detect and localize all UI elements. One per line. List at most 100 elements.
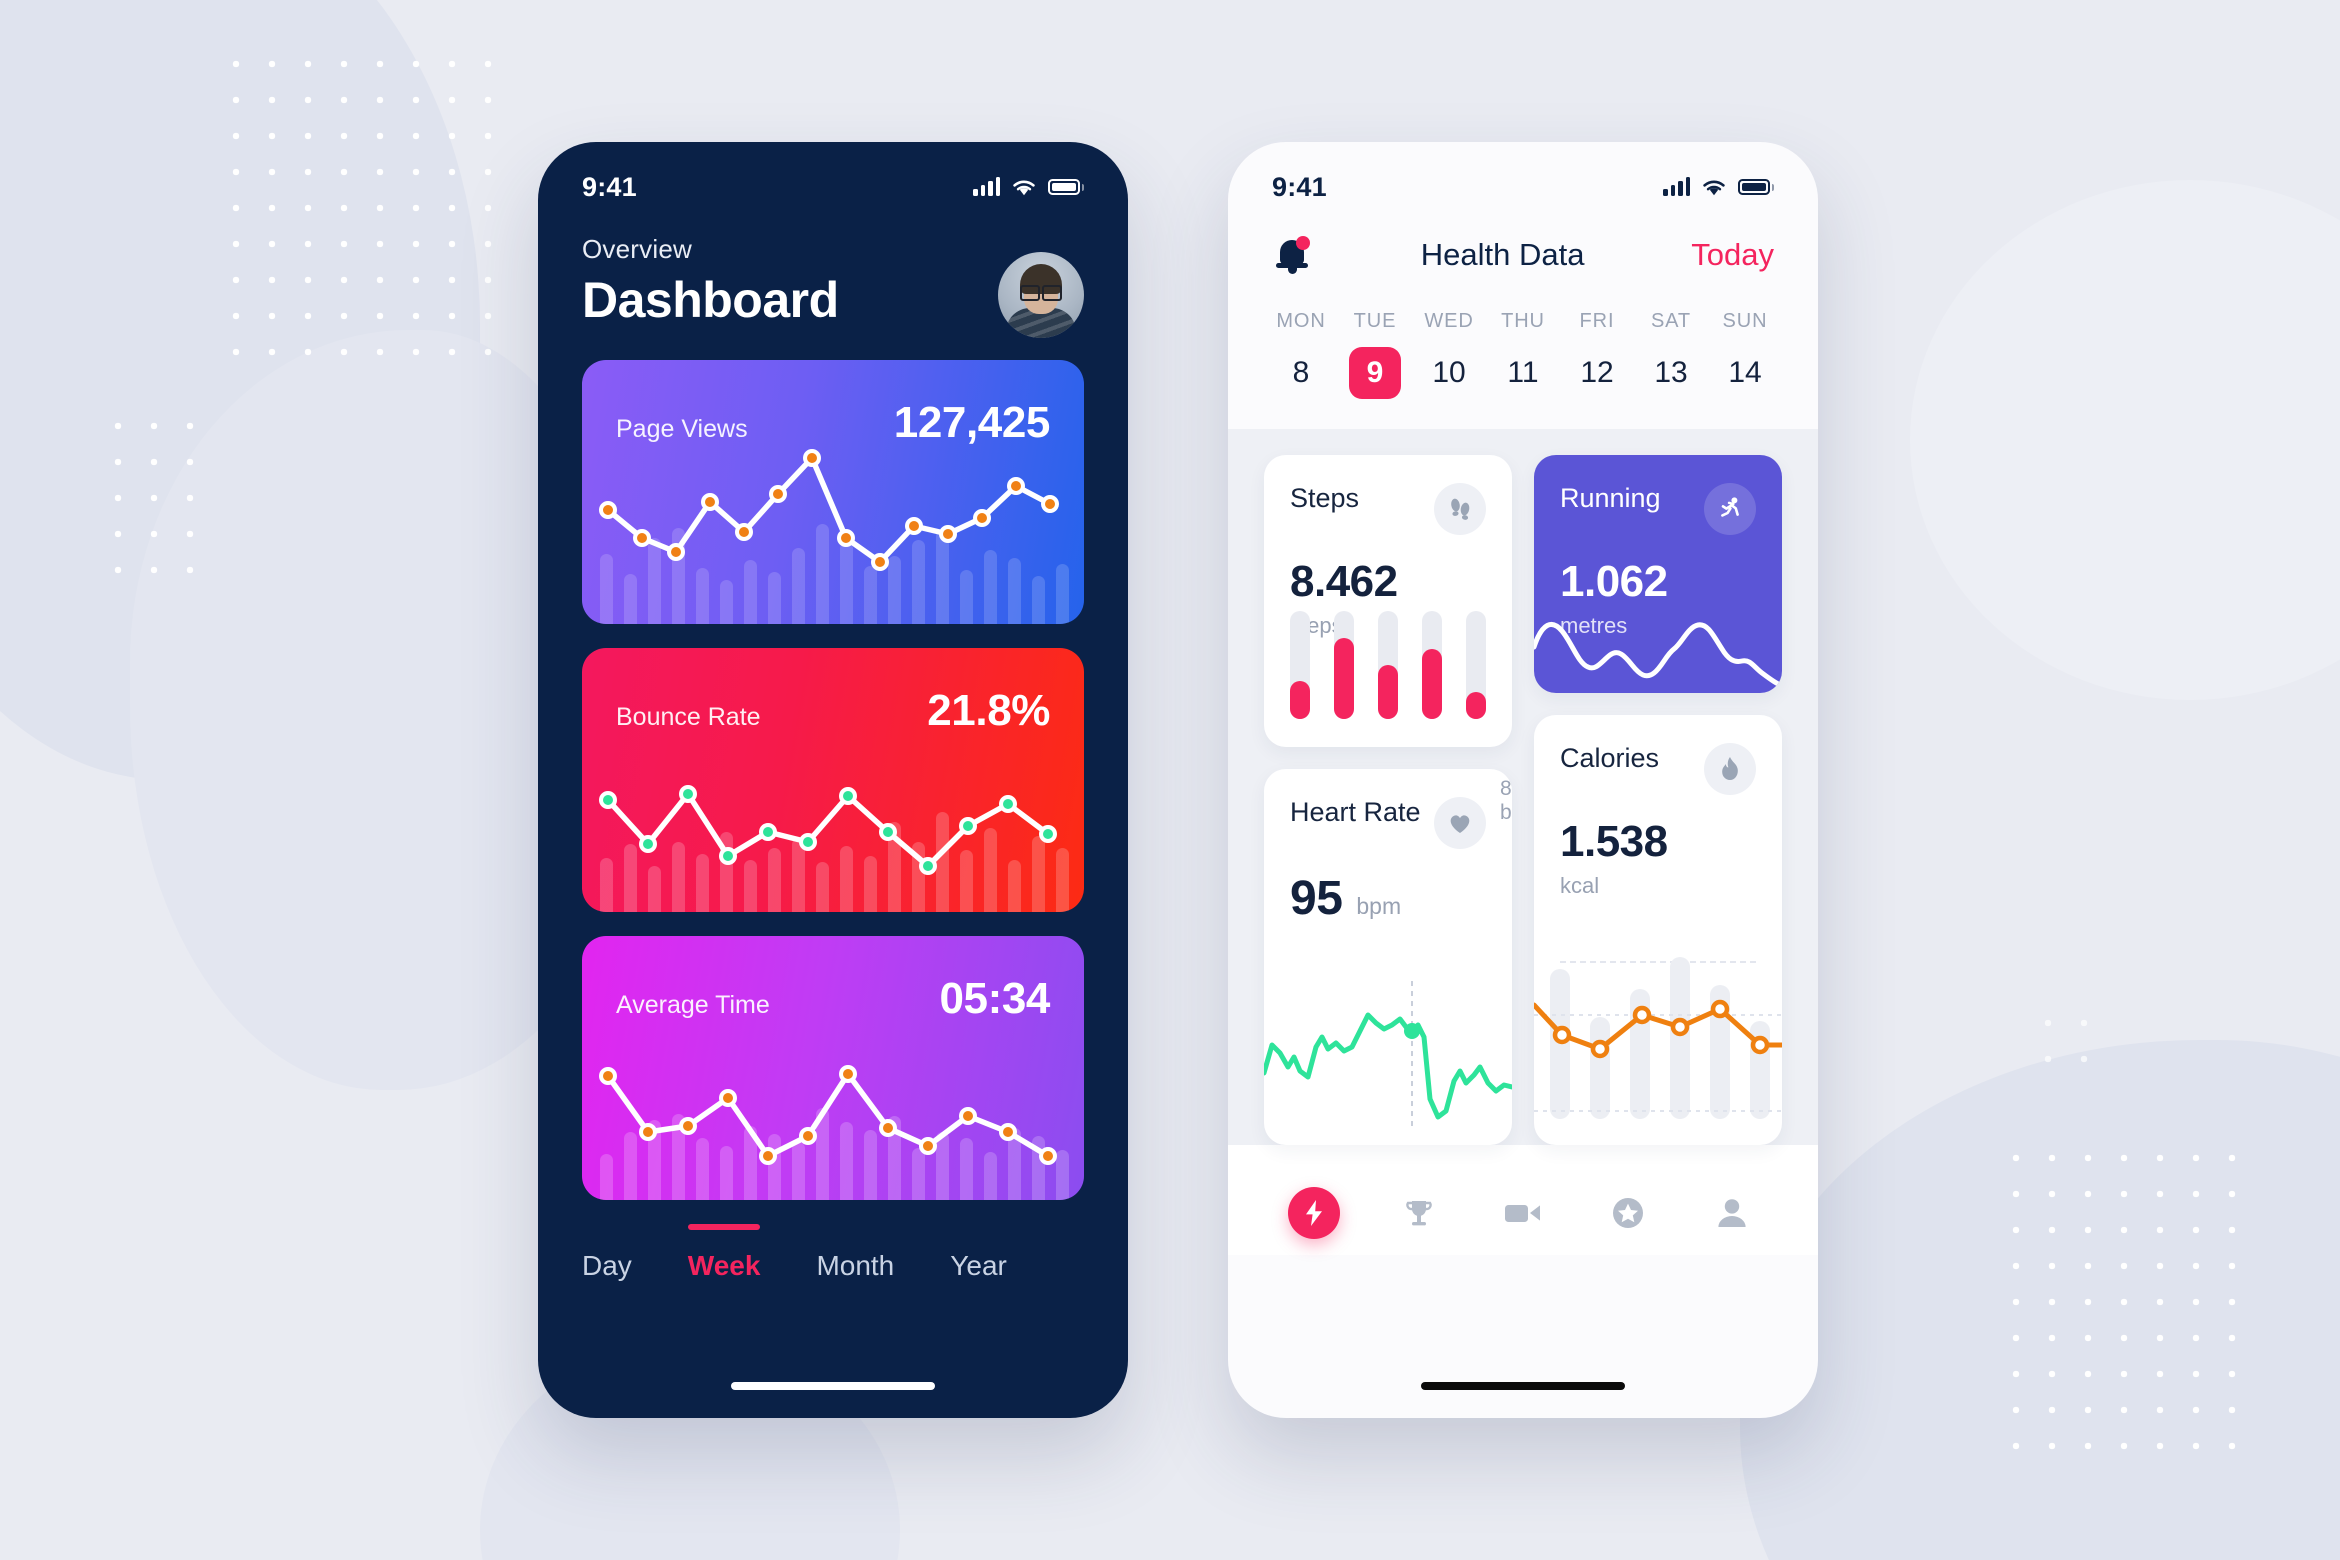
calories-line-chart [1534, 957, 1782, 1119]
metric-label: Average Time [616, 991, 770, 1019]
video-camera-icon [1505, 1205, 1540, 1222]
nav-item-awards[interactable] [1393, 1187, 1445, 1239]
widget-label: Heart Rate [1290, 797, 1421, 827]
steps-bar [1466, 611, 1486, 719]
heart-rate-marker [1404, 1023, 1420, 1039]
steps-bar [1422, 611, 1442, 719]
widget-label: Running [1560, 483, 1661, 513]
period-tab-bar: Day Week Month Year [538, 1200, 1128, 1292]
day-name: TUE [1353, 310, 1397, 332]
day-number: 13 [1654, 356, 1688, 389]
page-views-line-chart [599, 449, 1059, 571]
metric-card-page-views[interactable]: Page Views 127,425 [582, 360, 1084, 624]
day-name: MON [1276, 310, 1326, 332]
today-button[interactable]: Today [1691, 237, 1774, 273]
day-name: SAT [1650, 310, 1692, 332]
widget-value: 1.062 [1560, 557, 1668, 606]
day-number: 14 [1728, 356, 1762, 389]
health-widget-grid: Steps 8.462 steps Heart Rate 95 bpm 8 b … [1228, 429, 1818, 1145]
widget-running[interactable]: Running 1.062 metres [1534, 455, 1782, 693]
dashboard-phone: 9:41 Overview Dashboard Page Views 127,4… [538, 142, 1128, 1418]
trophy-icon [1405, 1201, 1432, 1226]
dot-grid-pattern [100, 408, 210, 598]
widget-unit: kcal [1560, 873, 1600, 898]
day-cell-mon[interactable]: MON 8 [1264, 310, 1338, 399]
metric-label: Bounce Rate [616, 703, 761, 731]
day-name: SUN [1722, 310, 1768, 332]
page-eyebrow: Overview [582, 234, 692, 264]
day-cell-sun[interactable]: SUN 14 [1708, 310, 1782, 399]
widget-steps[interactable]: Steps 8.462 steps [1264, 455, 1512, 747]
battery-icon [1738, 179, 1774, 195]
day-name: FRI [1579, 310, 1615, 332]
notification-badge [1296, 236, 1310, 250]
heart-rate-reading: 95 bpm [1264, 849, 1512, 926]
day-number: 10 [1432, 356, 1466, 389]
lightning-bolt-icon [1288, 1187, 1340, 1239]
day-number: 11 [1507, 356, 1539, 389]
bounce-rate-line-chart [599, 785, 1057, 875]
nav-item-activity[interactable] [1288, 1187, 1340, 1239]
status-time: 9:41 [582, 171, 637, 202]
day-cell-fri[interactable]: FRI 12 [1560, 310, 1634, 399]
bottom-navigation-bar [1228, 1145, 1818, 1255]
metric-value: 21.8% [927, 686, 1050, 735]
week-day-selector: MON 8 TUE 9 WED 10 THU 11 FRI 12 SAT 13 … [1228, 276, 1818, 399]
tab-year[interactable]: Year [950, 1240, 1007, 1292]
tab-month[interactable]: Month [816, 1240, 894, 1292]
avatar[interactable] [998, 252, 1084, 338]
status-icons [1663, 177, 1774, 197]
heart-icon [1434, 797, 1486, 849]
nav-item-video[interactable] [1497, 1187, 1549, 1239]
day-number: 8 [1292, 356, 1310, 389]
metric-label: Page Views [616, 415, 748, 443]
running-wave-chart [1534, 605, 1782, 693]
day-cell-wed[interactable]: WED 10 [1412, 310, 1486, 399]
metric-card-average-time[interactable]: Average Time 05:34 [582, 936, 1084, 1200]
metric-card-list: Page Views 127,425 Bounce Rate 21.8% Ave… [538, 338, 1128, 1200]
widget-value: 8.462 [1290, 557, 1398, 606]
dashboard-header: Overview Dashboard [538, 204, 1128, 338]
day-name: WED [1424, 310, 1474, 332]
cellular-bars-icon [973, 177, 1000, 196]
wifi-icon [1703, 180, 1725, 195]
bell-icon[interactable] [1272, 234, 1314, 276]
widget-heart-rate[interactable]: Heart Rate 95 bpm 85 bpm [1264, 769, 1512, 1145]
dot-grid-pattern [1998, 1140, 2258, 1470]
average-time-line-chart [599, 1065, 1057, 1165]
day-cell-tue[interactable]: TUE 9 [1338, 310, 1412, 399]
day-cell-thu[interactable]: THU 11 [1486, 310, 1560, 399]
steps-bar [1290, 611, 1310, 719]
wifi-icon [1013, 180, 1035, 195]
widget-label: Calories [1560, 743, 1660, 773]
widget-unit: bpm [1356, 893, 1402, 919]
metric-card-bounce-rate[interactable]: Bounce Rate 21.8% [582, 648, 1084, 912]
widget-column-left: Steps 8.462 steps Heart Rate 95 bpm 8 b [1264, 455, 1512, 1145]
day-number: 9 [1349, 347, 1401, 399]
metric-value: 127,425 [893, 398, 1051, 447]
decorative-background [0, 0, 2340, 1560]
widget-label: Steps [1290, 483, 1360, 513]
tab-day[interactable]: Day [582, 1240, 632, 1292]
widget-column-right: Running 1.062 metres Calories 1.538 kcal [1534, 455, 1782, 1145]
day-number: 12 [1580, 356, 1614, 389]
cellular-bars-icon [1663, 177, 1690, 196]
widget-calories[interactable]: Calories 1.538 kcal [1534, 715, 1782, 1145]
dot-grid-pattern [2030, 1005, 2100, 1065]
nav-item-profile[interactable] [1706, 1187, 1758, 1239]
footprints-icon [1434, 483, 1486, 535]
widget-value: 95 [1290, 872, 1343, 925]
steps-bar [1334, 611, 1354, 719]
metric-value: 05:34 [939, 974, 1050, 1023]
tab-week[interactable]: Week [687, 1224, 760, 1292]
battery-icon [1048, 179, 1084, 195]
status-bar: 9:41 [538, 142, 1128, 204]
health-phone: 9:41 Health Data Today MON 8 TUE 9 WED 1… [1228, 142, 1818, 1418]
widget-value: 1.538 [1560, 817, 1668, 866]
running-icon [1704, 483, 1756, 535]
home-indicator[interactable] [731, 1382, 935, 1390]
nav-item-favourites[interactable] [1602, 1187, 1654, 1239]
home-indicator[interactable] [1421, 1382, 1625, 1390]
day-cell-sat[interactable]: SAT 13 [1634, 310, 1708, 399]
heart-rate-line-chart [1264, 981, 1512, 1131]
